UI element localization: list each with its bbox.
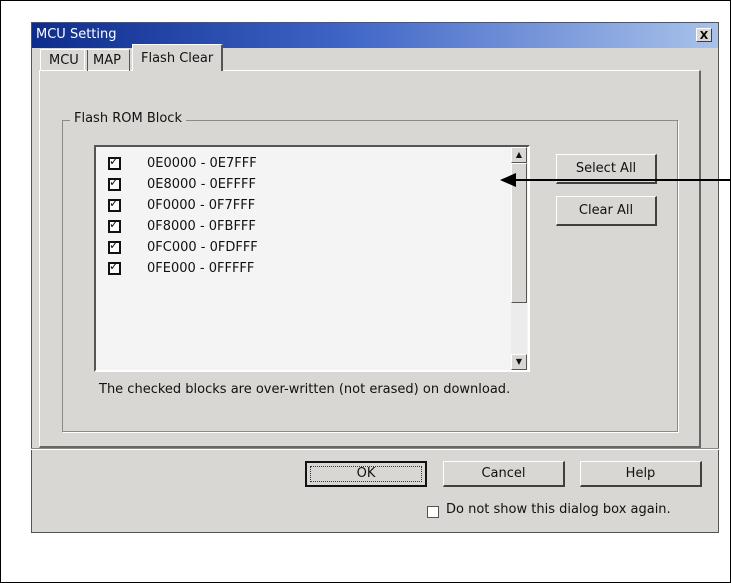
group-label: Flash ROM Block (70, 111, 186, 126)
block-range-label: 0E0000 - 0E7FFF (147, 155, 257, 171)
block-range-label: 0F0000 - 0F7FFF (147, 197, 256, 213)
block-checkbox[interactable]: ✓ (108, 237, 121, 254)
list-item[interactable]: ✓ 0E0000 - 0E7FFF (108, 153, 257, 173)
block-checkbox[interactable]: ✓ (108, 195, 121, 212)
scroll-up-icon[interactable]: ▲ (511, 147, 527, 163)
checkmark-icon: ✓ (109, 195, 120, 210)
block-checkbox[interactable]: ✓ (108, 216, 121, 233)
checkmark-icon: ✓ (109, 216, 120, 231)
checkmark-icon: ✓ (109, 153, 120, 168)
flash-block-list[interactable]: ✓ 0E0000 - 0E7FFF ✓ 0E8000 - 0EFFFF ✓ 0F… (94, 145, 530, 372)
block-range-label: 0FE000 - 0FFFFF (147, 260, 255, 276)
tab-mcu[interactable]: MCU (40, 49, 88, 71)
block-checkbox[interactable]: ✓ (108, 258, 121, 275)
list-item[interactable]: ✓ 0E8000 - 0EFFFF (108, 174, 256, 194)
scroll-down-icon[interactable]: ▼ (511, 354, 527, 370)
list-item[interactable]: ✓ 0FC000 - 0FDFFF (108, 237, 258, 257)
cancel-button[interactable]: Cancel (443, 461, 565, 487)
footer-separator (31, 448, 719, 450)
checkmark-icon: ✓ (109, 237, 120, 252)
list-item[interactable]: ✓ 0FE000 - 0FFFFF (108, 258, 254, 278)
list-item[interactable]: ✓ 0F8000 - 0FBFFF (108, 216, 256, 236)
help-button[interactable]: Help (580, 461, 702, 487)
tab-flash-clear[interactable]: Flash Clear (132, 44, 224, 71)
ok-button[interactable]: OK (305, 461, 427, 487)
close-icon[interactable]: X (696, 28, 712, 42)
block-checkbox[interactable]: ✓ (108, 174, 121, 191)
dont-show-label: Do not show this dialog box again. (446, 502, 671, 517)
dont-show-checkbox[interactable] (427, 506, 439, 518)
download-note: The checked blocks are over-written (not… (99, 382, 511, 397)
checkmark-icon: ✓ (109, 258, 120, 273)
tab-map[interactable]: MAP (84, 49, 130, 71)
block-checkbox[interactable]: ✓ (108, 153, 121, 170)
checkmark-icon: ✓ (109, 174, 120, 189)
window-title: MCU Setting (36, 27, 117, 42)
clear-all-button[interactable]: Clear All (556, 196, 657, 226)
callout-arrow-icon (500, 173, 731, 187)
block-range-label: 0E8000 - 0EFFFF (147, 176, 256, 192)
block-range-label: 0F8000 - 0FBFFF (147, 218, 256, 234)
block-range-label: 0FC000 - 0FDFFF (147, 239, 258, 255)
list-item[interactable]: ✓ 0F0000 - 0F7FFF (108, 195, 255, 215)
